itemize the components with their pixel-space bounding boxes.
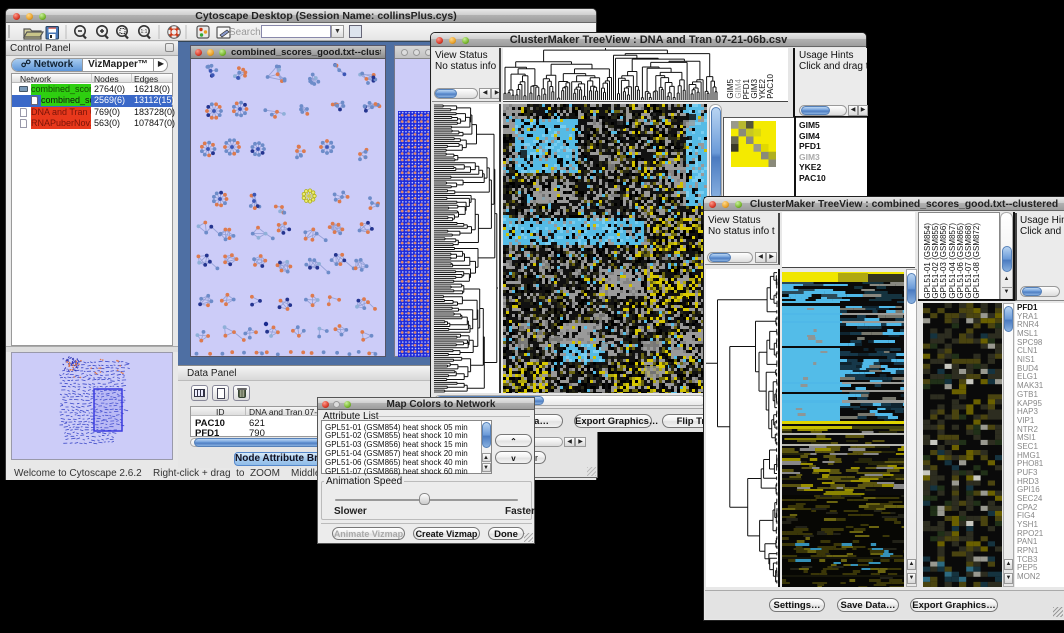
svg-text:1:1: 1:1	[141, 29, 148, 35]
